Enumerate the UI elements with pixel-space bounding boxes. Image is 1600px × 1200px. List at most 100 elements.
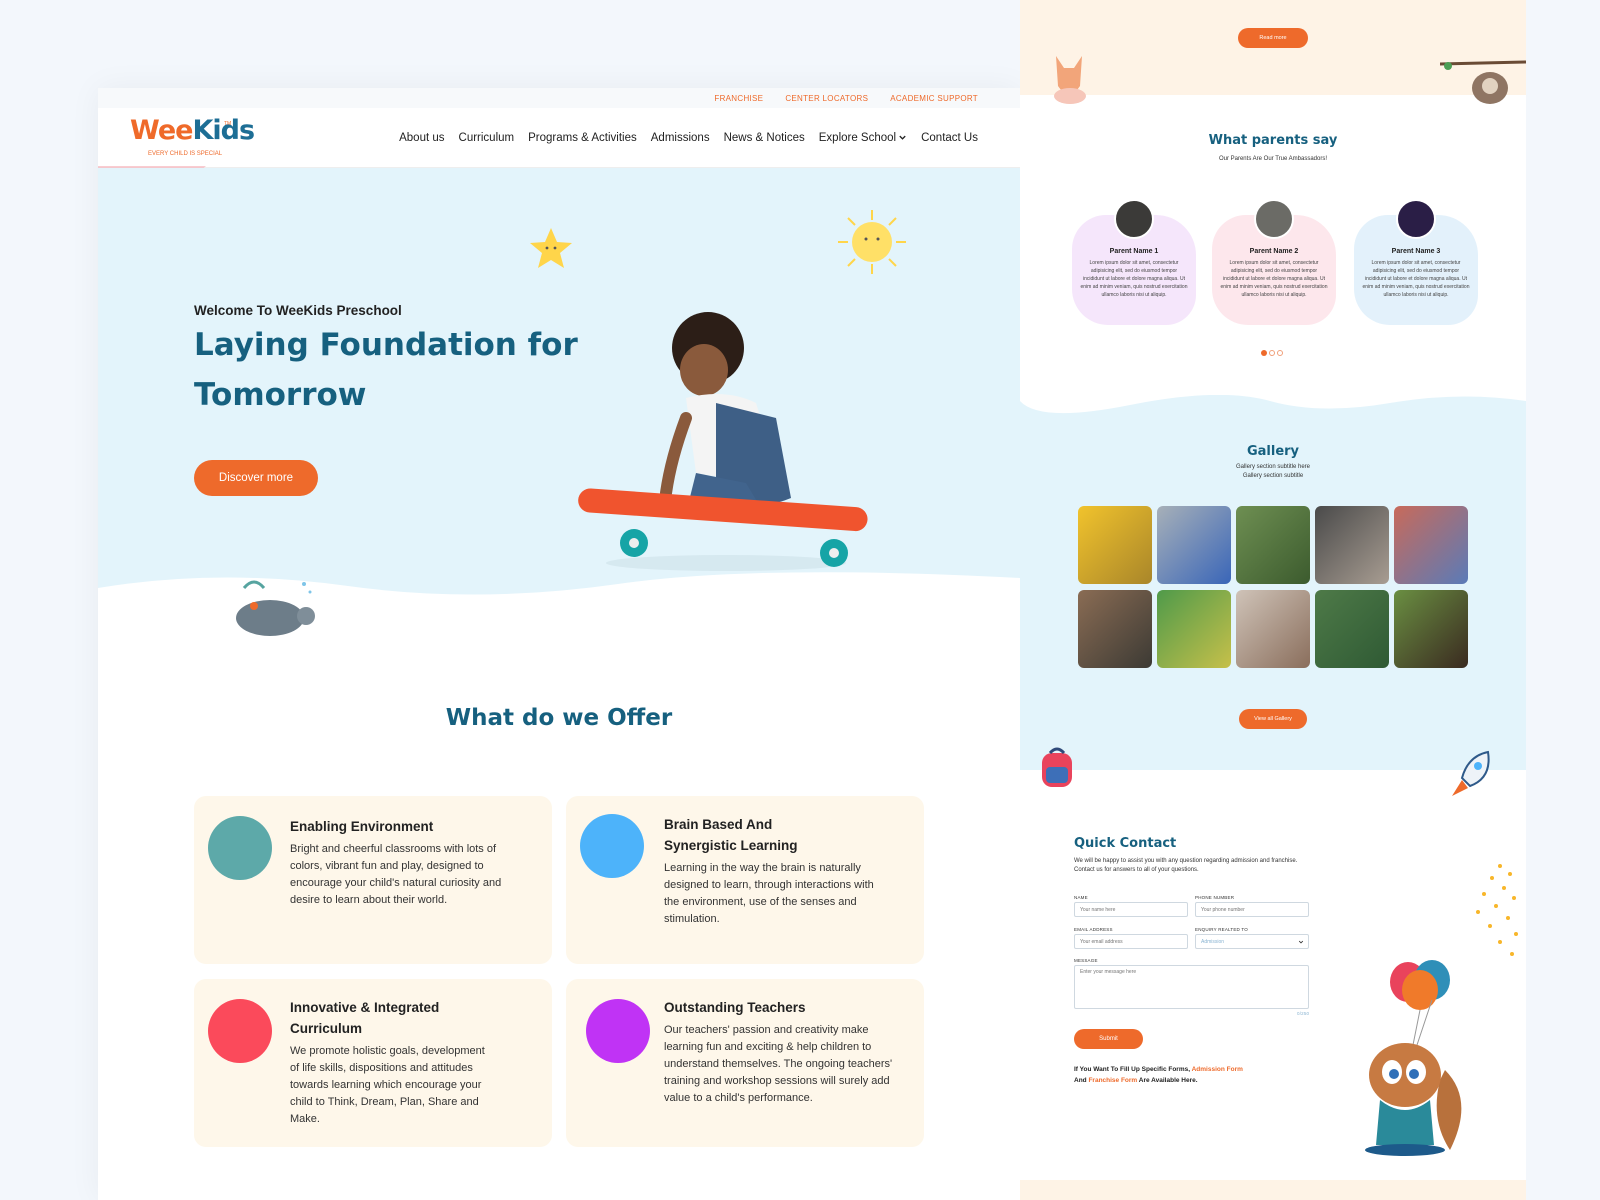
offer-section-title: What do we Offer	[445, 705, 673, 731]
quick-contact-description: We will be happy to assist you with any …	[1074, 858, 1298, 873]
enquiry-select[interactable]: Admission	[1195, 934, 1309, 949]
parent-name: Parent Name 3	[1391, 248, 1441, 255]
discover-more-button[interactable]: Discover more	[194, 460, 318, 496]
email-input[interactable]	[1074, 934, 1188, 949]
logo-kids: Kids	[192, 114, 255, 146]
top-utility-bar: FRANCHISE CENTER LOCATORS ACADEMIC SUPPO…	[98, 88, 1020, 108]
forms-info-text: If You Want To Fill Up Specific Forms, A…	[1074, 1064, 1304, 1086]
carousel-dot[interactable]	[1277, 350, 1283, 356]
gallery-image[interactable]	[1078, 506, 1152, 584]
testimonial-card: Parent Name 1 Lorem ipsum dolor sit amet…	[1072, 199, 1196, 325]
footer-band	[1020, 1180, 1526, 1200]
logo-tm: TM	[224, 120, 232, 127]
card-text: Bright and cheerful classrooms with lots…	[290, 843, 502, 906]
parent-name: Parent Name 2	[1249, 248, 1299, 255]
hero-section: Welcome To WeeKids Preschool Laying Foun…	[98, 168, 1020, 636]
card-title: Outstanding Teachers	[664, 1000, 806, 1015]
testimonial-text: Lorem ipsum dolor sit amet, consectetur …	[1220, 260, 1328, 298]
logo-wee: Wee	[130, 114, 193, 146]
gallery-image[interactable]	[1157, 506, 1231, 584]
parent-name: Parent Name 1	[1109, 248, 1159, 255]
confetti-dots-decoration	[1476, 864, 1518, 956]
gallery-image[interactable]	[1315, 506, 1389, 584]
card-circle-icon	[580, 814, 644, 878]
message-char-counter: 0/250	[1297, 1011, 1310, 1016]
gallery-image[interactable]	[1157, 590, 1231, 668]
turtle-icon	[236, 580, 315, 636]
gallery-image[interactable]	[1236, 506, 1310, 584]
gallery-image[interactable]	[1236, 590, 1310, 668]
email-label: EMAIL ADDRESS	[1074, 927, 1113, 932]
gallery-wave-divider	[1020, 395, 1526, 414]
forms-info-part-c: Are Available Here.	[1137, 1077, 1198, 1084]
gallery-title: Gallery	[1246, 444, 1300, 459]
squirrel-mascot-with-balloons	[1365, 960, 1462, 1156]
offer-card-outstanding-teachers: Outstanding Teachers Our teachers' passi…	[566, 979, 924, 1147]
backpack-icon	[1042, 747, 1072, 787]
card-title: Brain Based And Synergistic Learning	[664, 817, 798, 853]
card-title: Innovative & Integrated Curriculum	[290, 1000, 440, 1036]
gallery-subtitle-2: Gallery section subtitle	[1242, 473, 1304, 479]
parent-avatar	[1254, 199, 1294, 239]
offer-card-enabling-environment: Enabling Environment Bright and cheerful…	[194, 796, 552, 964]
testimonial-card: Parent Name 2 Lorem ipsum dolor sit amet…	[1212, 199, 1336, 325]
child-on-skateboard-illustration	[578, 312, 868, 571]
rocket-icon	[1452, 750, 1490, 796]
name-input[interactable]	[1074, 902, 1188, 917]
logo-tagline: EVERY CHILD IS SPECIAL	[148, 150, 223, 157]
weekids-logo[interactable]: WeeKids TM EVERY CHILD IS SPECIAL	[130, 114, 255, 161]
franchise-link[interactable]: FRANCHISE	[714, 94, 763, 103]
hero-title: Laying Foundation for Tomorrow	[194, 327, 578, 413]
card-text: We promote holistic goals, development o…	[290, 1045, 485, 1125]
main-navbar: WeeKids TM EVERY CHILD IS SPECIAL About …	[98, 108, 1020, 194]
forms-info-part-a: If You Want To Fill Up Specific Forms,	[1074, 1066, 1192, 1073]
admission-form-link[interactable]: Admission Form	[1192, 1066, 1243, 1073]
card-circle-icon	[208, 816, 272, 880]
card-circle-icon	[586, 999, 650, 1063]
parent-avatar	[1396, 199, 1436, 239]
sun-icon	[838, 210, 906, 274]
nav-admissions[interactable]: Admissions	[651, 132, 710, 144]
testimonials-subtitle: Our Parents Are Our True Ambassadors!	[1218, 156, 1328, 162]
gallery-image[interactable]	[1078, 590, 1152, 668]
star-icon	[530, 228, 572, 268]
name-label: NAME	[1074, 895, 1088, 900]
view-all-gallery-button[interactable]: View all Gallery	[1239, 709, 1307, 729]
gallery-image[interactable]	[1315, 590, 1389, 668]
nav-news[interactable]: News & Notices	[724, 132, 805, 144]
center-locators-link[interactable]: CENTER LOCATORS	[785, 94, 868, 103]
chevron-down-icon	[899, 135, 906, 140]
card-text: Learning in the way the brain is natural…	[664, 862, 874, 925]
sloth-icon	[1440, 60, 1526, 104]
submit-button[interactable]: Submit	[1074, 1029, 1143, 1049]
nav-menu: About us Curriculum Programs & Activitie…	[399, 132, 978, 144]
offer-card-innovative-curriculum: Innovative & Integrated Curriculum We pr…	[194, 979, 552, 1147]
read-more-button[interactable]: Read more	[1238, 28, 1308, 48]
enquiry-selected-value: Admission	[1201, 938, 1225, 945]
nav-about-us[interactable]: About us	[399, 132, 444, 144]
gallery-image[interactable]	[1394, 506, 1468, 584]
parent-avatar	[1114, 199, 1154, 239]
gallery-image[interactable]	[1394, 590, 1468, 668]
message-textarea[interactable]	[1074, 965, 1309, 1009]
academic-support-link[interactable]: ACADEMIC SUPPORT	[890, 94, 978, 103]
message-label: MESSAGE	[1074, 958, 1098, 963]
quick-contact-title: Quick Contact	[1074, 836, 1177, 851]
nav-explore-school[interactable]: Explore School	[819, 132, 907, 144]
card-text: Our teachers' passion and creativity mak…	[664, 1024, 893, 1104]
carousel-dot[interactable]	[1269, 350, 1275, 356]
chevron-down-icon	[1298, 940, 1304, 944]
nav-curriculum[interactable]: Curriculum	[459, 132, 515, 144]
offer-card-brain-based-learning: Brain Based And Synergistic Learning Lea…	[566, 796, 924, 964]
franchise-form-link[interactable]: Franchise Form	[1088, 1077, 1137, 1084]
hero-welcome: Welcome To WeeKids Preschool	[194, 303, 402, 318]
testimonial-card: Parent Name 3 Lorem ipsum dolor sit amet…	[1354, 199, 1478, 325]
nav-contact-us[interactable]: Contact Us	[921, 132, 978, 144]
carousel-dot-active[interactable]	[1261, 350, 1267, 356]
card-circle-icon	[208, 999, 272, 1063]
phone-input[interactable]	[1195, 902, 1309, 917]
enquiry-label: ENQUIRY REALTED TO	[1195, 927, 1248, 932]
nav-explore-label: Explore School	[818, 131, 897, 144]
testimonials-title: What parents say	[1208, 133, 1338, 148]
nav-programs[interactable]: Programs & Activities	[528, 132, 637, 144]
